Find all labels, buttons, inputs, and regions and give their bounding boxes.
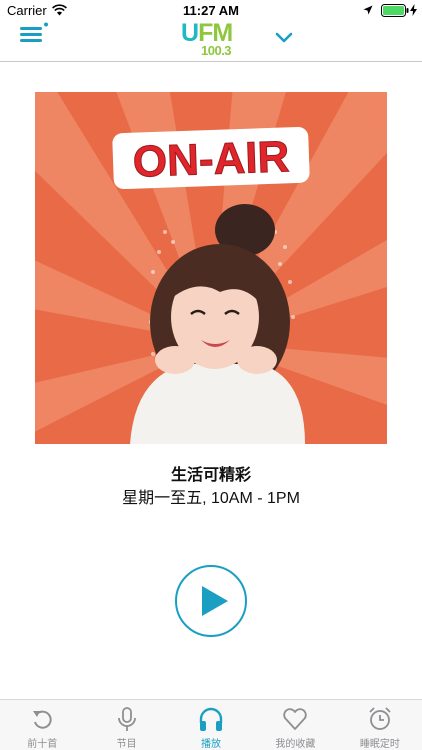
tab-label: 前十首 [27, 739, 58, 750]
tab-label: 节目 [116, 739, 137, 750]
show-cover-art: ON-AIR [35, 92, 387, 444]
status-bar: Carrier 11:27 AM [0, 0, 422, 20]
microphone-icon [117, 707, 136, 731]
app-header: UFM 100.3 [0, 20, 422, 62]
battery-icon [381, 4, 409, 17]
show-schedule: 星期一至五, 10AM - 1PM [122, 490, 300, 507]
hamburger-menu-icon[interactable] [20, 22, 50, 46]
tab-programs[interactable]: 节目 [84, 700, 168, 750]
tab-label: 播放 [201, 739, 222, 750]
on-air-badge: ON-AIR [112, 126, 310, 190]
tab-favorites[interactable]: 我的收藏 [253, 700, 337, 750]
tab-label: 我的收藏 [275, 739, 316, 750]
play-button[interactable] [175, 565, 247, 637]
play-icon [202, 586, 228, 616]
tab-label: 睡眠定时 [359, 739, 400, 750]
logo-frequency: 100.3 [201, 43, 232, 58]
tab-top-ten[interactable]: 前十首 [0, 700, 84, 750]
show-title: 生活可精彩 [170, 467, 251, 484]
station-logo: UFM 100.3 [181, 20, 243, 60]
cover-illustration: ON-AIR [35, 92, 387, 444]
tab-play[interactable]: 播放 [169, 700, 253, 750]
chevron-down-icon[interactable] [274, 30, 294, 44]
location-arrow-icon [363, 5, 373, 15]
status-time: 11:27 AM [183, 3, 239, 18]
replay-icon [33, 710, 52, 729]
alarm-clock-icon [369, 707, 391, 730]
charging-bolt-icon [410, 4, 417, 16]
on-air-text: ON-AIR [132, 132, 290, 186]
tab-bar: 前十首 节目 播放 我的收藏 睡眠定时 [0, 699, 422, 750]
headphones-icon [199, 707, 223, 731]
heart-icon [283, 708, 308, 730]
tab-sleep-timer[interactable]: 睡眠定时 [338, 700, 422, 750]
